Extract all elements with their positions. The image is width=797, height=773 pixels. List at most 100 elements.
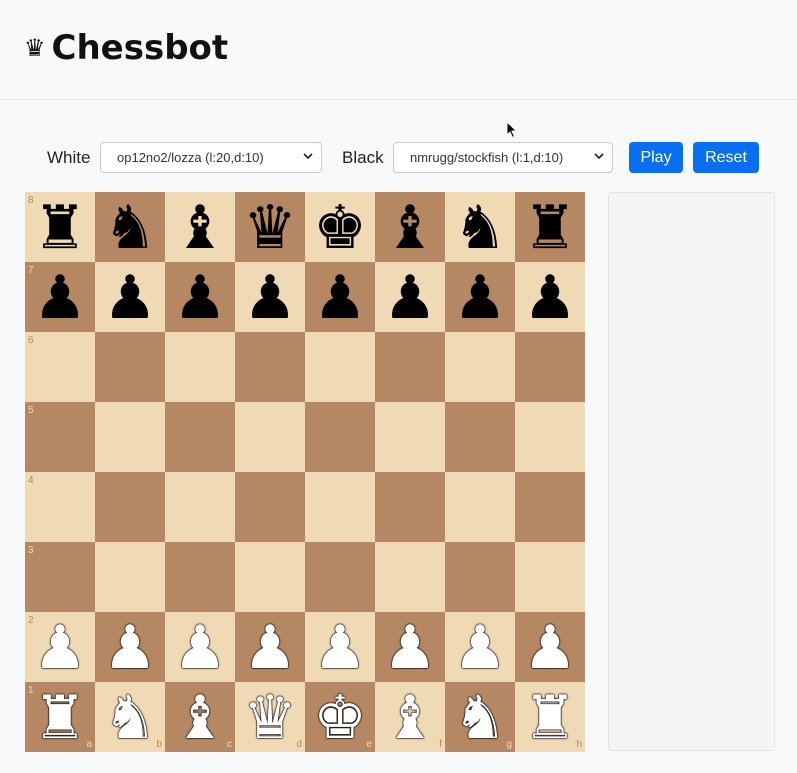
white-pawn-icon[interactable]: ♟ — [173, 618, 227, 678]
black-knight-icon[interactable]: ♞ — [453, 198, 507, 258]
black-pawn-icon[interactable]: ♟ — [313, 268, 367, 328]
white-king-icon[interactable]: ♚ — [313, 688, 367, 748]
white-pawn-icon[interactable]: ♟ — [313, 618, 367, 678]
square-a5[interactable]: 5 — [25, 402, 95, 472]
square-a2[interactable]: 2 ♟ — [25, 612, 95, 682]
black-knight-icon[interactable]: ♞ — [103, 198, 157, 258]
square-h7[interactable]: ♟ — [515, 262, 585, 332]
square-g5[interactable] — [445, 402, 515, 472]
square-f1[interactable]: f ♝ — [375, 682, 445, 752]
square-b1[interactable]: b ♞ — [95, 682, 165, 752]
square-e5[interactable] — [305, 402, 375, 472]
square-c6[interactable] — [165, 332, 235, 402]
square-d4[interactable] — [235, 472, 305, 542]
square-g7[interactable]: ♟ — [445, 262, 515, 332]
square-g1[interactable]: g ♞ — [445, 682, 515, 752]
white-pawn-icon[interactable]: ♟ — [523, 618, 577, 678]
reset-button[interactable]: Reset — [693, 142, 759, 173]
black-pawn-icon[interactable]: ♟ — [383, 268, 437, 328]
white-pawn-icon[interactable]: ♟ — [33, 618, 87, 678]
square-b3[interactable] — [95, 542, 165, 612]
square-f8[interactable]: ♝ — [375, 192, 445, 262]
black-pawn-icon[interactable]: ♟ — [453, 268, 507, 328]
square-a4[interactable]: 4 — [25, 472, 95, 542]
square-b2[interactable]: ♟ — [95, 612, 165, 682]
black-rook-icon[interactable]: ♜ — [523, 198, 577, 258]
square-h3[interactable] — [515, 542, 585, 612]
square-d1[interactable]: d ♛ — [235, 682, 305, 752]
white-knight-icon[interactable]: ♞ — [103, 688, 157, 748]
square-f4[interactable] — [375, 472, 445, 542]
white-knight-icon[interactable]: ♞ — [453, 688, 507, 748]
white-engine-select[interactable]: op12no2/lozza (l:20,d:10) — [100, 142, 322, 173]
square-c5[interactable] — [165, 402, 235, 472]
square-h6[interactable] — [515, 332, 585, 402]
black-pawn-icon[interactable]: ♟ — [173, 268, 227, 328]
square-d5[interactable] — [235, 402, 305, 472]
square-g3[interactable] — [445, 542, 515, 612]
square-g4[interactable] — [445, 472, 515, 542]
square-f6[interactable] — [375, 332, 445, 402]
square-d7[interactable]: ♟ — [235, 262, 305, 332]
square-e1[interactable]: e ♚ — [305, 682, 375, 752]
square-b6[interactable] — [95, 332, 165, 402]
square-a8[interactable]: 8 ♜ — [25, 192, 95, 262]
square-g8[interactable]: ♞ — [445, 192, 515, 262]
square-f2[interactable]: ♟ — [375, 612, 445, 682]
square-c4[interactable] — [165, 472, 235, 542]
square-c2[interactable]: ♟ — [165, 612, 235, 682]
square-a1[interactable]: 1 a ♜ — [25, 682, 95, 752]
black-bishop-icon[interactable]: ♝ — [173, 198, 227, 258]
white-bishop-icon[interactable]: ♝ — [173, 688, 227, 748]
white-bishop-icon[interactable]: ♝ — [383, 688, 437, 748]
square-e3[interactable] — [305, 542, 375, 612]
white-rook-icon[interactable]: ♜ — [523, 688, 577, 748]
square-e2[interactable]: ♟ — [305, 612, 375, 682]
square-c3[interactable] — [165, 542, 235, 612]
square-f7[interactable]: ♟ — [375, 262, 445, 332]
square-c7[interactable]: ♟ — [165, 262, 235, 332]
square-d3[interactable] — [235, 542, 305, 612]
black-pawn-icon[interactable]: ♟ — [103, 268, 157, 328]
square-b8[interactable]: ♞ — [95, 192, 165, 262]
square-h1[interactable]: h ♜ — [515, 682, 585, 752]
square-b7[interactable]: ♟ — [95, 262, 165, 332]
square-g6[interactable] — [445, 332, 515, 402]
square-e7[interactable]: ♟ — [305, 262, 375, 332]
black-queen-icon[interactable]: ♛ — [243, 198, 297, 258]
black-pawn-icon[interactable]: ♟ — [523, 268, 577, 328]
play-button[interactable]: Play — [629, 142, 683, 173]
white-pawn-icon[interactable]: ♟ — [383, 618, 437, 678]
square-e6[interactable] — [305, 332, 375, 402]
square-h2[interactable]: ♟ — [515, 612, 585, 682]
white-pawn-icon[interactable]: ♟ — [103, 618, 157, 678]
square-h5[interactable] — [515, 402, 585, 472]
black-engine-select[interactable]: nmrugg/stockfish (l:1,d:10) — [393, 142, 613, 173]
square-f3[interactable] — [375, 542, 445, 612]
black-pawn-icon[interactable]: ♟ — [243, 268, 297, 328]
square-a3[interactable]: 3 — [25, 542, 95, 612]
white-pawn-icon[interactable]: ♟ — [243, 618, 297, 678]
white-queen-icon[interactable]: ♛ — [243, 688, 297, 748]
chess-board[interactable]: 8 ♜ ♞ ♝ ♛ ♚ ♝ ♞ ♜ 7 ♟ ♟ ♟ ♟ ♟ ♟ ♟ ♟ 6 5 4 3 2 ♟ ♟ ♟ ♟ ♟ ♟ ♟ ♟ 1 a ♜ b ♞ c ♝ d ♛… — [25, 192, 585, 752]
white-pawn-icon[interactable]: ♟ — [453, 618, 507, 678]
square-h8[interactable]: ♜ — [515, 192, 585, 262]
black-rook-icon[interactable]: ♜ — [33, 198, 87, 258]
square-d8[interactable]: ♛ — [235, 192, 305, 262]
square-d2[interactable]: ♟ — [235, 612, 305, 682]
black-bishop-icon[interactable]: ♝ — [383, 198, 437, 258]
square-g2[interactable]: ♟ — [445, 612, 515, 682]
square-b4[interactable] — [95, 472, 165, 542]
square-a7[interactable]: 7 ♟ — [25, 262, 95, 332]
square-e4[interactable] — [305, 472, 375, 542]
square-h4[interactable] — [515, 472, 585, 542]
square-c1[interactable]: c ♝ — [165, 682, 235, 752]
black-king-icon[interactable]: ♚ — [313, 198, 367, 258]
black-pawn-icon[interactable]: ♟ — [33, 268, 87, 328]
square-a6[interactable]: 6 — [25, 332, 95, 402]
square-d6[interactable] — [235, 332, 305, 402]
white-rook-icon[interactable]: ♜ — [33, 688, 87, 748]
square-e8[interactable]: ♚ — [305, 192, 375, 262]
square-c8[interactable]: ♝ — [165, 192, 235, 262]
square-b5[interactable] — [95, 402, 165, 472]
